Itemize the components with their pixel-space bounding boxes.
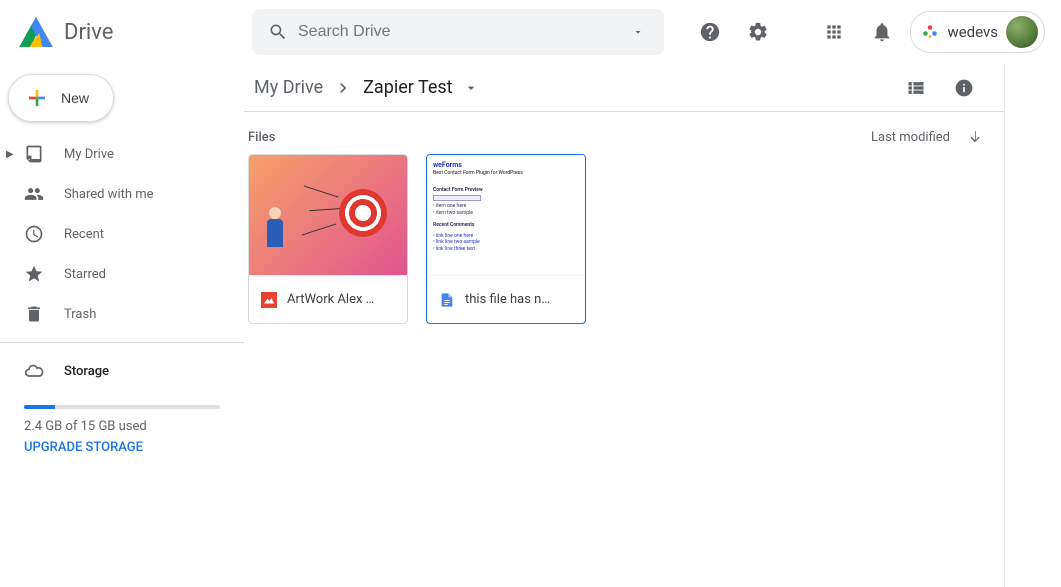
storage-bar xyxy=(24,405,220,409)
storage-used-text: 2.4 GB of 15 GB used xyxy=(24,419,220,434)
nav-item-trash[interactable]: Trash xyxy=(0,294,244,334)
nav-item-storage[interactable]: Storage xyxy=(0,351,244,391)
new-button-label: New xyxy=(61,90,89,106)
app-header: Drive xyxy=(0,0,1061,64)
clock-icon xyxy=(24,224,44,244)
file-thumbnail xyxy=(249,155,407,275)
file-tile[interactable]: ArtWork Alex … xyxy=(248,154,408,324)
upgrade-storage-link[interactable]: UPGRADE STORAGE xyxy=(24,440,220,455)
section-label: Files xyxy=(248,130,275,145)
sidebar: New ▶ My Drive Shared with me Recent xyxy=(0,64,244,587)
sort-label: Last modified xyxy=(871,130,950,145)
storage-label: Storage xyxy=(64,364,109,379)
document-file-icon xyxy=(439,292,455,308)
file-thumbnail: weForms Best Contact Form Plugin for Wor… xyxy=(427,155,585,275)
people-icon xyxy=(24,184,44,204)
star-icon xyxy=(24,264,44,284)
app-name: Drive xyxy=(64,20,113,45)
view-details-button[interactable] xyxy=(944,68,984,108)
nav-item-label: Trash xyxy=(64,307,96,322)
cloud-icon xyxy=(24,361,44,381)
nav-item-recent[interactable]: Recent xyxy=(0,214,244,254)
view-list-button[interactable] xyxy=(896,68,936,108)
file-grid: ArtWork Alex … weForms Best Contact Form… xyxy=(244,154,1004,344)
main-content: My Drive Zapier Test Fil xyxy=(244,64,1061,587)
user-avatar xyxy=(1006,16,1038,48)
account-switcher[interactable]: wedevs xyxy=(910,11,1045,53)
nav-list: ▶ My Drive Shared with me Recent Starred xyxy=(0,134,244,334)
arrow-down-icon xyxy=(966,128,984,146)
search-icon xyxy=(258,22,298,42)
drive-folder-icon xyxy=(24,144,44,164)
trash-icon xyxy=(24,304,44,324)
divider xyxy=(0,342,244,343)
breadcrumb-bar: My Drive Zapier Test xyxy=(244,64,1004,112)
account-brand-label: wedevs xyxy=(947,23,998,41)
file-tile[interactable]: weForms Best Contact Form Plugin for Wor… xyxy=(426,154,586,324)
breadcrumb-root[interactable]: My Drive xyxy=(248,73,329,102)
search-input[interactable] xyxy=(298,23,618,41)
search-bar[interactable] xyxy=(252,9,664,55)
section-header: Files Last modified xyxy=(244,112,1004,154)
notifications-button[interactable] xyxy=(862,12,902,52)
apps-button[interactable] xyxy=(814,12,854,52)
sort-control[interactable]: Last modified xyxy=(871,128,984,146)
help-button[interactable] xyxy=(690,12,730,52)
nav-item-shared[interactable]: Shared with me xyxy=(0,174,244,214)
search-options-dropdown-icon[interactable] xyxy=(618,26,658,38)
nav-item-label: Shared with me xyxy=(64,187,154,202)
image-file-icon xyxy=(261,292,277,308)
file-name: this file has n… xyxy=(465,292,550,307)
header-actions: wedevs xyxy=(690,11,1045,53)
new-button[interactable]: New xyxy=(8,74,114,122)
storage-section: 2.4 GB of 15 GB used UPGRADE STORAGE xyxy=(0,391,244,455)
drive-logo-icon xyxy=(16,12,56,52)
drive-logo[interactable]: Drive xyxy=(16,12,244,52)
nav-item-starred[interactable]: Starred xyxy=(0,254,244,294)
nav-item-label: Recent xyxy=(64,227,104,242)
nav-item-label: Starred xyxy=(64,267,106,282)
settings-button[interactable] xyxy=(738,12,778,52)
brand-logo-icon xyxy=(921,23,939,41)
file-name: ArtWork Alex … xyxy=(287,292,374,307)
breadcrumb-dropdown-icon[interactable] xyxy=(459,76,483,100)
expand-caret-icon[interactable]: ▶ xyxy=(6,149,14,160)
nav-item-label: My Drive xyxy=(64,147,114,162)
chevron-right-icon xyxy=(329,78,357,98)
nav-item-my-drive[interactable]: ▶ My Drive xyxy=(0,134,244,174)
plus-icon xyxy=(25,86,49,110)
breadcrumb-current[interactable]: Zapier Test xyxy=(357,73,458,102)
